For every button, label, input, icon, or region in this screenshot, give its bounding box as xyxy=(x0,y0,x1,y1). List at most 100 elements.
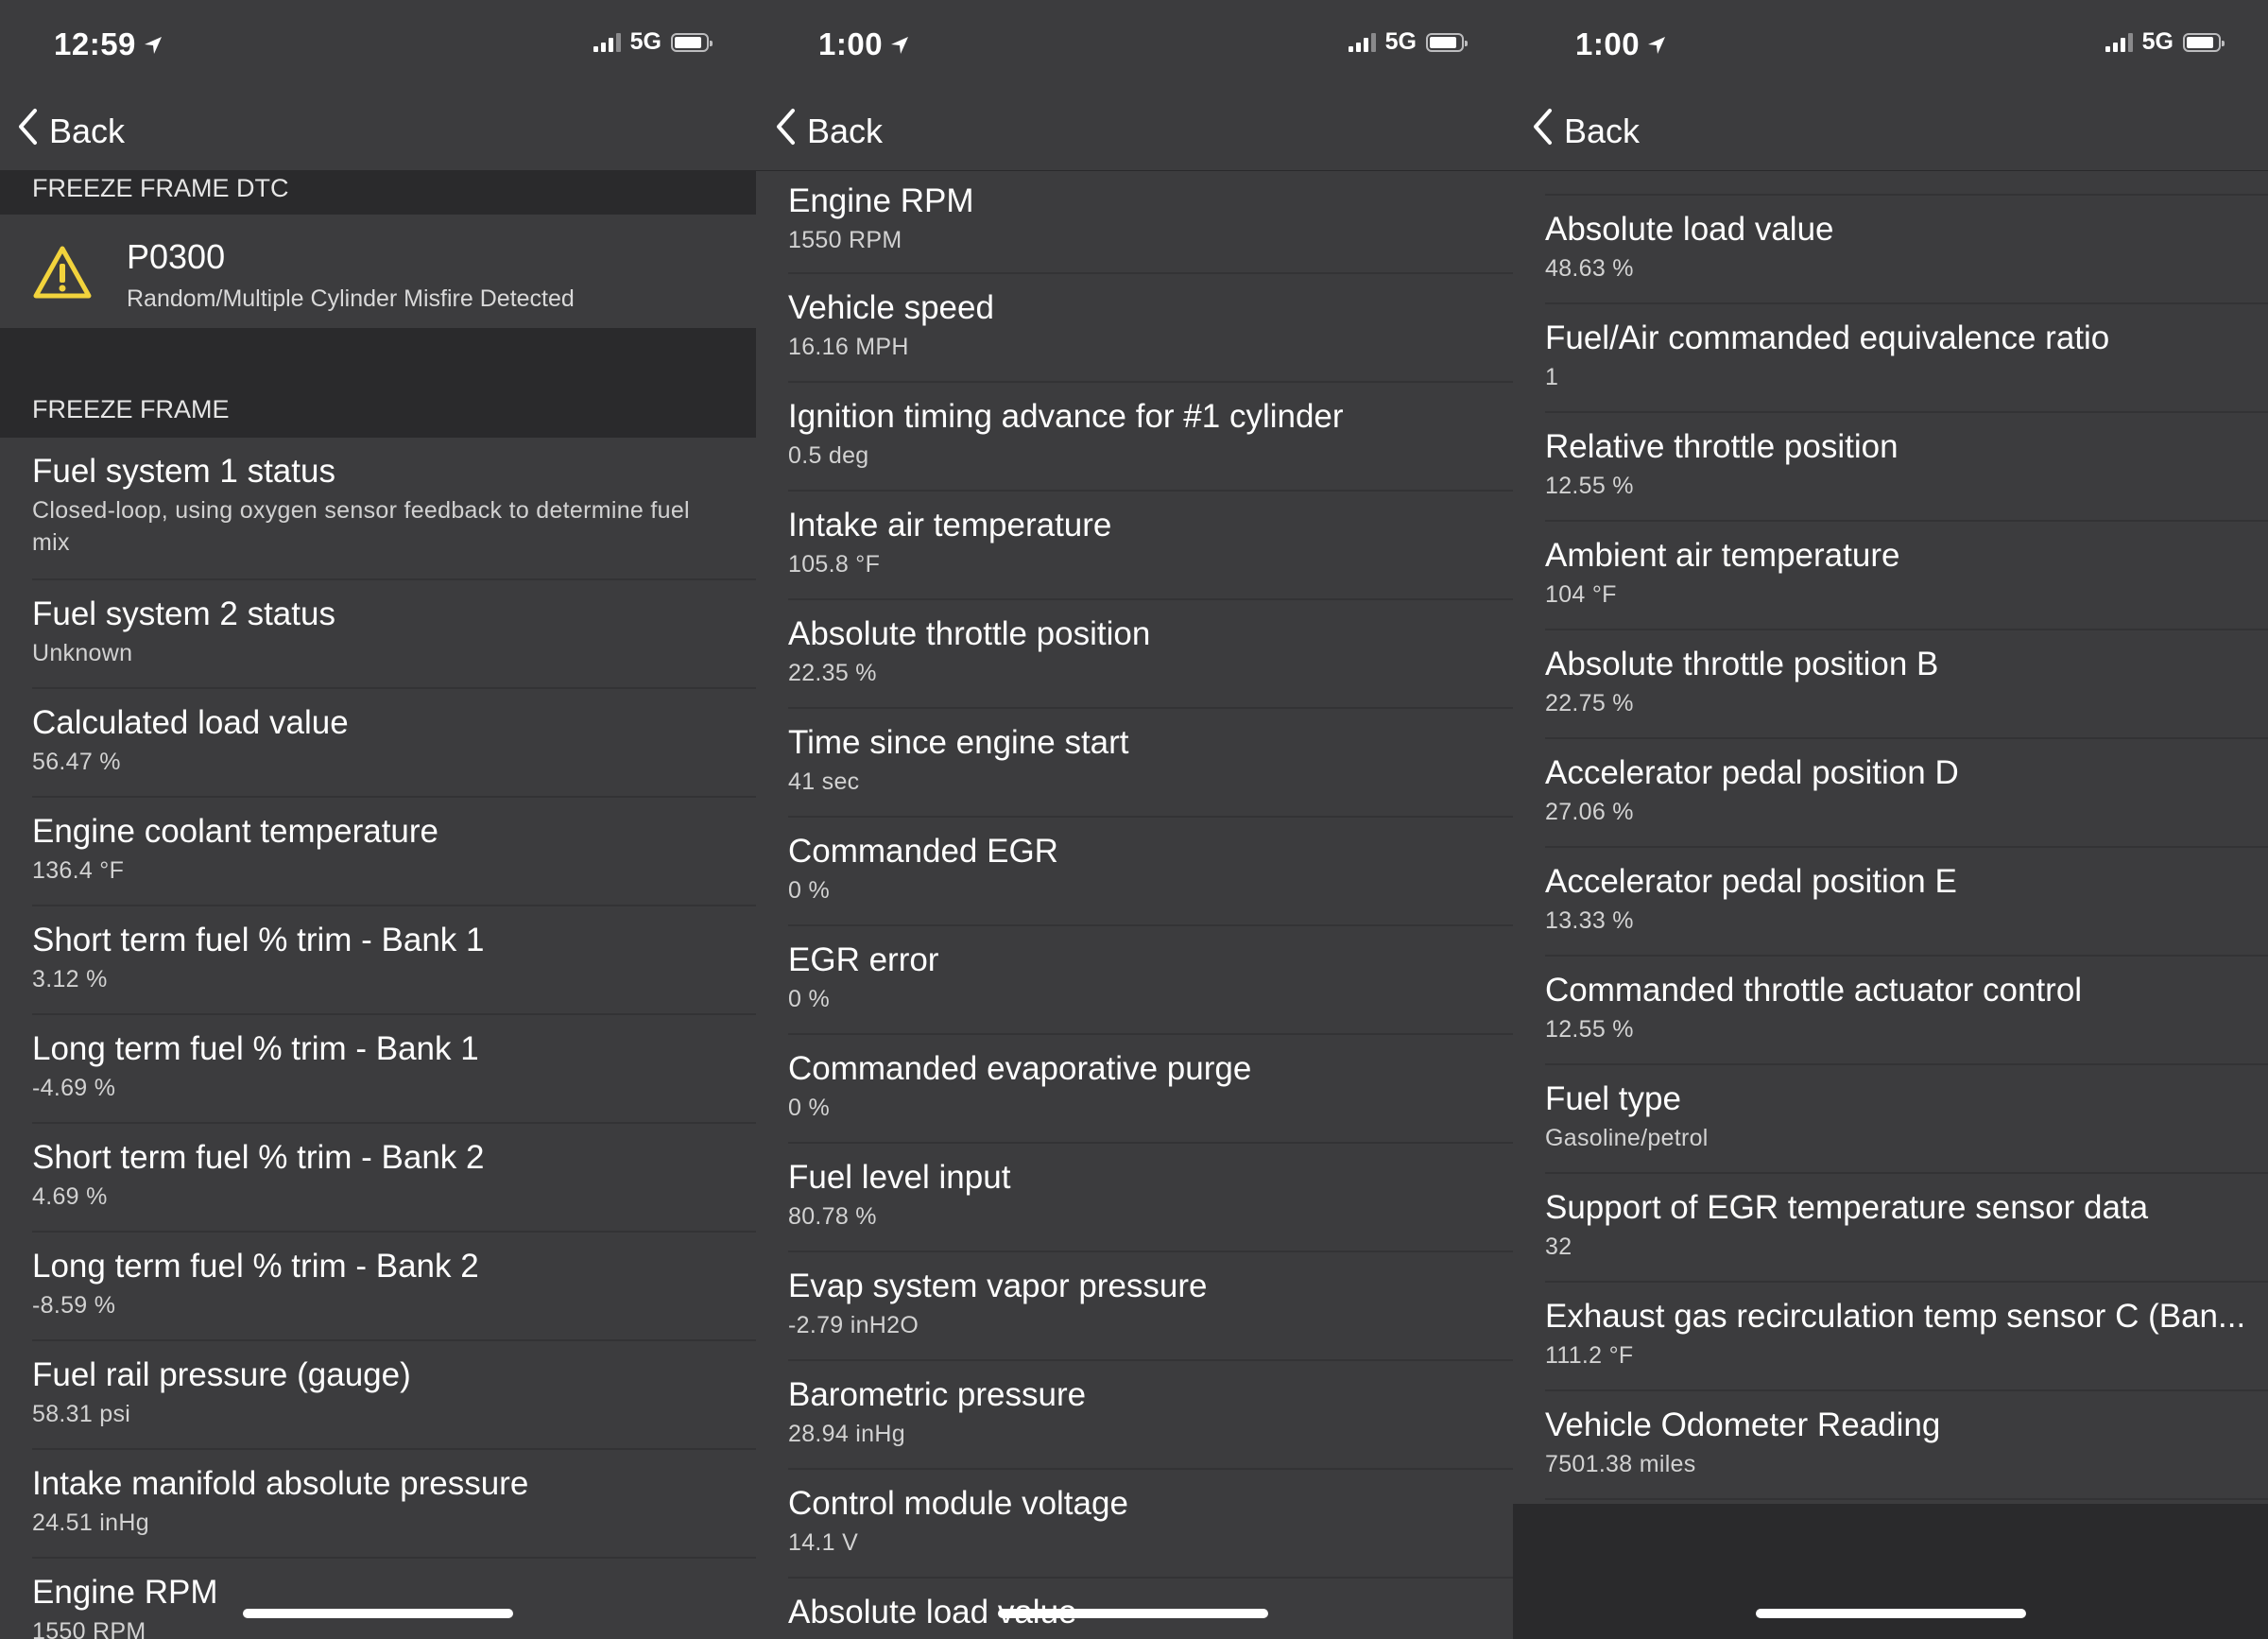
list-item[interactable]: Commanded EGR 0 % xyxy=(756,818,1513,926)
status-time-group: 12:59 xyxy=(54,26,164,64)
list-item[interactable]: Commanded evaporative purge 0 % xyxy=(756,1035,1513,1144)
list-item[interactable]: Engine RPM 1550 RPM xyxy=(0,1559,756,1639)
item-value: 41 sec xyxy=(788,768,860,795)
list-item[interactable]: Fuel/Air commanded equivalence ratio 1 xyxy=(1513,304,2268,413)
list-item[interactable]: Intake manifold absolute pressure 24.51 i… xyxy=(0,1450,756,1559)
item-label: Fuel system 1 status xyxy=(32,453,335,490)
list-item[interactable]: Short term fuel % trim - Bank 2 4.69 % xyxy=(0,1124,756,1233)
item-value: 12.55 % xyxy=(1545,1016,1634,1043)
item-label: Absolute throttle position xyxy=(788,615,1151,652)
status-indicators: 5G xyxy=(1348,28,1468,56)
item-value: 0 % xyxy=(788,986,830,1012)
item-value: 13.33 % xyxy=(1545,907,1634,934)
item-label: Intake manifold absolute pressure xyxy=(32,1465,529,1502)
list-item[interactable]: Calculated load value 56.47 % xyxy=(0,689,756,798)
list-item[interactable]: Commanded throttle actuator control 12.55… xyxy=(1513,957,2268,1065)
list-item[interactable]: Fuel type Gasoline/petrol xyxy=(1513,1065,2268,1174)
list-item[interactable]: Long term fuel % trim - Bank 1 -4.69 % xyxy=(0,1015,756,1124)
freeze-frame-list[interactable]: Engine RPM 1550 RPM Vehicle speed 16.16 MP… xyxy=(756,171,1513,1639)
cellular-signal-icon xyxy=(1348,32,1376,52)
item-value: 0 % xyxy=(788,1095,830,1121)
list-item[interactable]: Control module voltage 14.1 V xyxy=(756,1470,1513,1579)
item-label: Relative throttle position xyxy=(1545,428,1899,465)
list-item[interactable]: Relative throttle position 12.55 % xyxy=(1513,413,2268,522)
list-item[interactable]: Absolute throttle position B 22.75 % xyxy=(1513,630,2268,739)
nav-bar: Back xyxy=(1513,87,2268,171)
item-label: Fuel type xyxy=(1545,1080,1681,1117)
list-item[interactable]: Vehicle Odometer Reading 7501.38 miles xyxy=(1513,1391,2268,1500)
status-bar: 1:00 5G xyxy=(756,0,1513,87)
status-time: 1:00 xyxy=(818,26,884,61)
back-button[interactable]: Back xyxy=(775,108,883,154)
cellular-signal-icon xyxy=(593,32,621,52)
back-button[interactable]: Back xyxy=(17,108,125,154)
list-item[interactable]: Accelerator pedal position E 13.33 % xyxy=(1513,848,2268,957)
list-item[interactable]: Exhaust gas recirculation temp sensor C … xyxy=(1513,1283,2268,1391)
list-item[interactable]: Absolute throttle position 22.35 % xyxy=(756,600,1513,709)
item-value: -2.79 inH2O xyxy=(788,1312,919,1338)
item-value: 0 % xyxy=(788,877,830,904)
list-item[interactable]: Evap system vapor pressure -2.79 inH2O xyxy=(756,1252,1513,1361)
item-label: Absolute load value xyxy=(1545,211,1834,248)
list-item[interactable]: Ignition timing advance for #1 cylinder 0… xyxy=(756,383,1513,492)
list-item[interactable]: Time since engine start 41 sec xyxy=(756,709,1513,818)
item-value: 32 xyxy=(1545,1234,1572,1260)
item-label: Short term fuel % trim - Bank 2 xyxy=(32,1139,485,1176)
item-value: Unknown xyxy=(32,640,133,666)
list-item[interactable]: Intake air temperature 105.8 °F xyxy=(756,492,1513,600)
back-button[interactable]: Back xyxy=(1532,108,1640,154)
status-time-group: 1:00 xyxy=(1575,26,1668,64)
item-value: 56.47 % xyxy=(32,749,121,775)
item-value: 3.12 % xyxy=(32,966,108,992)
item-value: 22.75 % xyxy=(1545,690,1634,716)
item-value: 1550 RPM xyxy=(788,227,902,253)
item-label: Short term fuel % trim - Bank 1 xyxy=(32,922,485,958)
section-header-freeze-frame: FREEZE FRAME xyxy=(0,329,756,438)
list-item[interactable]: Fuel system 1 status Closed-loop, using o… xyxy=(0,438,756,580)
item-label: EGR error xyxy=(788,941,939,978)
item-label: Accelerator pedal position E xyxy=(1545,863,1957,900)
list-item[interactable]: Fuel system 2 status Unknown xyxy=(0,580,756,689)
list-item[interactable]: Fuel rail pressure (gauge) 58.31 psi xyxy=(0,1341,756,1450)
location-arrow-icon xyxy=(888,28,911,64)
dtc-code: P0300 xyxy=(127,237,226,276)
item-value: 136.4 °F xyxy=(32,857,125,884)
status-time-group: 1:00 xyxy=(818,26,911,64)
list-item[interactable]: Support of EGR temperature sensor data 32 xyxy=(1513,1174,2268,1283)
list-item[interactable]: Engine RPM 1550 RPM xyxy=(756,171,1513,274)
item-value: 1550 RPM xyxy=(32,1618,146,1639)
item-value: 22.35 % xyxy=(788,660,877,686)
item-label: Ambient air temperature xyxy=(1545,537,1900,574)
list-item[interactable]: Engine coolant temperature 136.4 °F xyxy=(0,798,756,906)
list-item[interactable]: Absolute load value 48.63 % xyxy=(1513,196,2268,304)
status-bar: 12:59 5G xyxy=(0,0,756,87)
back-label: Back xyxy=(49,111,126,150)
dtc-row[interactable]: P0300 Random/Multiple Cylinder Misfire D… xyxy=(0,215,756,329)
list-item[interactable]: Vehicle speed 16.16 MPH xyxy=(756,274,1513,383)
list-item[interactable]: Fuel level input 80.78 % xyxy=(756,1144,1513,1252)
home-indicator[interactable] xyxy=(243,1609,513,1618)
item-value: Gasoline/petrol xyxy=(1545,1125,1709,1151)
list-item[interactable]: Ambient air temperature 104 °F xyxy=(1513,522,2268,630)
home-indicator[interactable] xyxy=(998,1609,1268,1618)
freeze-frame-list[interactable]: Absolute load value 48.63 % Fuel/Air comm… xyxy=(1513,171,2268,1639)
item-label: Commanded EGR xyxy=(788,833,1058,870)
list-item[interactable]: Short term fuel % trim - Bank 1 3.12 % xyxy=(0,906,756,1015)
home-indicator[interactable] xyxy=(1756,1609,2026,1618)
item-value: 12.55 % xyxy=(1545,473,1634,499)
list-item[interactable]: Accelerator pedal position D 27.06 % xyxy=(1513,739,2268,848)
item-value: 16.16 MPH xyxy=(788,334,909,360)
item-label: Fuel level input xyxy=(788,1159,1011,1196)
list-item[interactable]: Long term fuel % trim - Bank 2 -8.59 % xyxy=(0,1233,756,1341)
item-value: -8.59 % xyxy=(32,1292,116,1319)
item-value: 4.69 % xyxy=(32,1183,108,1210)
freeze-frame-list[interactable]: FREEZE FRAME DTC P0300 Random/Multiple C… xyxy=(0,171,756,1639)
item-label: Fuel rail pressure (gauge) xyxy=(32,1356,411,1393)
status-indicators: 5G xyxy=(2105,28,2225,56)
battery-icon xyxy=(2183,32,2225,52)
list-item[interactable]: Barometric pressure 28.94 inHg xyxy=(756,1361,1513,1470)
status-bar: 1:00 5G xyxy=(1513,0,2268,87)
item-label: Barometric pressure xyxy=(788,1376,1087,1413)
list-item[interactable]: EGR error 0 % xyxy=(756,926,1513,1035)
item-value: 80.78 % xyxy=(788,1203,877,1230)
